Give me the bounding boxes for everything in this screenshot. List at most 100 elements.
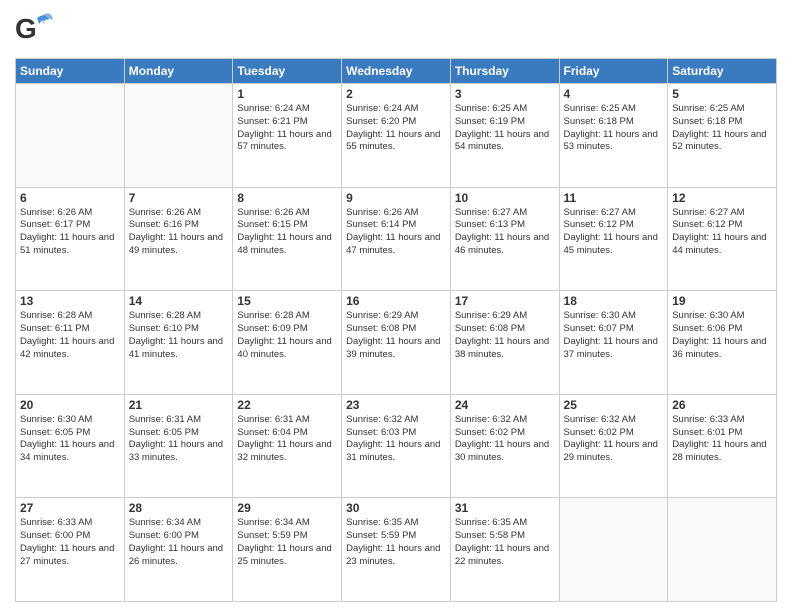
logo: G xyxy=(15,10,59,50)
calendar-cell: 4 Sunrise: 6:25 AM Sunset: 6:18 PM Daylig… xyxy=(559,84,668,188)
calendar-cell: 17 Sunrise: 6:29 AM Sunset: 6:08 PM Dayli… xyxy=(450,291,559,395)
day-number: 13 xyxy=(20,294,120,308)
logo-icon: G xyxy=(15,10,55,50)
calendar-cell xyxy=(16,84,125,188)
week-row-3: 13 Sunrise: 6:28 AM Sunset: 6:11 PM Dayli… xyxy=(16,291,777,395)
week-row-1: 1Sunrise: 6:24 AM Sunset: 6:21 PM Daylig… xyxy=(16,84,777,188)
day-number: 22 xyxy=(237,398,337,412)
svg-text:G: G xyxy=(15,13,37,44)
week-row-4: 20Sunrise: 6:30 AM Sunset: 6:05 PM Dayli… xyxy=(16,394,777,498)
day-info: Sunrise: 6:25 AM Sunset: 6:18 PM Dayligh… xyxy=(564,103,664,154)
calendar-cell: 3 Sunrise: 6:25 AM Sunset: 6:19 PM Daylig… xyxy=(450,84,559,188)
day-info: Sunrise: 6:25 AM Sunset: 6:19 PM Dayligh… xyxy=(455,103,555,154)
day-number: 4 xyxy=(564,87,664,101)
calendar-cell: 14Sunrise: 6:28 AM Sunset: 6:10 PM Dayli… xyxy=(124,291,233,395)
day-number: 7 xyxy=(129,191,229,205)
week-row-5: 27 Sunrise: 6:33 AM Sunset: 6:00 PM Dayli… xyxy=(16,498,777,602)
calendar-cell: 27 Sunrise: 6:33 AM Sunset: 6:00 PM Dayli… xyxy=(16,498,125,602)
calendar-cell: 22 Sunrise: 6:31 AM Sunset: 6:04 PM Dayli… xyxy=(233,394,342,498)
day-number: 28 xyxy=(129,501,229,515)
weekday-header-thursday: Thursday xyxy=(450,59,559,84)
day-info: Sunrise: 6:25 AM Sunset: 6:18 PM Dayligh… xyxy=(672,103,772,154)
calendar-cell: 16Sunrise: 6:29 AM Sunset: 6:08 PM Dayli… xyxy=(342,291,451,395)
day-number: 6 xyxy=(20,191,120,205)
day-info: Sunrise: 6:32 AM Sunset: 6:02 PM Dayligh… xyxy=(455,414,555,465)
calendar-cell: 13 Sunrise: 6:28 AM Sunset: 6:11 PM Dayli… xyxy=(16,291,125,395)
day-info: Sunrise: 6:30 AM Sunset: 6:07 PM Dayligh… xyxy=(564,310,664,361)
calendar-cell: 9 Sunrise: 6:26 AM Sunset: 6:14 PM Daylig… xyxy=(342,187,451,291)
calendar: SundayMondayTuesdayWednesdayThursdayFrid… xyxy=(15,58,777,602)
page: G SundayMondayTuesdayWednesdayThursdayFr… xyxy=(0,0,792,612)
calendar-cell: 11 Sunrise: 6:27 AM Sunset: 6:12 PM Dayli… xyxy=(559,187,668,291)
day-number: 25 xyxy=(564,398,664,412)
day-info: Sunrise: 6:27 AM Sunset: 6:12 PM Dayligh… xyxy=(564,207,664,258)
day-info: Sunrise: 6:33 AM Sunset: 6:00 PM Dayligh… xyxy=(20,517,120,568)
day-number: 29 xyxy=(237,501,337,515)
day-number: 24 xyxy=(455,398,555,412)
day-number: 5 xyxy=(672,87,772,101)
day-info: Sunrise: 6:30 AM Sunset: 6:06 PM Dayligh… xyxy=(672,310,772,361)
weekday-header-row: SundayMondayTuesdayWednesdayThursdayFrid… xyxy=(16,59,777,84)
day-info: Sunrise: 6:28 AM Sunset: 6:11 PM Dayligh… xyxy=(20,310,120,361)
day-info: Sunrise: 6:26 AM Sunset: 6:17 PM Dayligh… xyxy=(20,207,120,258)
day-number: 21 xyxy=(129,398,229,412)
day-number: 12 xyxy=(672,191,772,205)
day-info: Sunrise: 6:29 AM Sunset: 6:08 PM Dayligh… xyxy=(455,310,555,361)
day-info: Sunrise: 6:26 AM Sunset: 6:16 PM Dayligh… xyxy=(129,207,229,258)
calendar-cell xyxy=(668,498,777,602)
day-info: Sunrise: 6:31 AM Sunset: 6:05 PM Dayligh… xyxy=(129,414,229,465)
calendar-cell: 31 Sunrise: 6:35 AM Sunset: 5:58 PM Dayli… xyxy=(450,498,559,602)
weekday-header-sunday: Sunday xyxy=(16,59,125,84)
day-number: 11 xyxy=(564,191,664,205)
calendar-cell: 20Sunrise: 6:30 AM Sunset: 6:05 PM Dayli… xyxy=(16,394,125,498)
day-number: 3 xyxy=(455,87,555,101)
day-info: Sunrise: 6:34 AM Sunset: 6:00 PM Dayligh… xyxy=(129,517,229,568)
calendar-cell: 29 Sunrise: 6:34 AM Sunset: 5:59 PM Dayli… xyxy=(233,498,342,602)
day-number: 16 xyxy=(346,294,446,308)
calendar-cell: 5 Sunrise: 6:25 AM Sunset: 6:18 PM Daylig… xyxy=(668,84,777,188)
calendar-cell: 23 Sunrise: 6:32 AM Sunset: 6:03 PM Dayli… xyxy=(342,394,451,498)
day-info: Sunrise: 6:27 AM Sunset: 6:13 PM Dayligh… xyxy=(455,207,555,258)
calendar-cell: 12 Sunrise: 6:27 AM Sunset: 6:12 PM Dayli… xyxy=(668,187,777,291)
weekday-header-friday: Friday xyxy=(559,59,668,84)
weekday-header-wednesday: Wednesday xyxy=(342,59,451,84)
calendar-cell: 25Sunrise: 6:32 AM Sunset: 6:02 PM Dayli… xyxy=(559,394,668,498)
calendar-cell xyxy=(559,498,668,602)
day-number: 30 xyxy=(346,501,446,515)
day-number: 26 xyxy=(672,398,772,412)
day-number: 31 xyxy=(455,501,555,515)
day-info: Sunrise: 6:34 AM Sunset: 5:59 PM Dayligh… xyxy=(237,517,337,568)
day-info: Sunrise: 6:27 AM Sunset: 6:12 PM Dayligh… xyxy=(672,207,772,258)
calendar-cell xyxy=(124,84,233,188)
day-number: 18 xyxy=(564,294,664,308)
day-info: Sunrise: 6:28 AM Sunset: 6:09 PM Dayligh… xyxy=(237,310,337,361)
calendar-cell: 26 Sunrise: 6:33 AM Sunset: 6:01 PM Dayli… xyxy=(668,394,777,498)
day-info: Sunrise: 6:24 AM Sunset: 6:20 PM Dayligh… xyxy=(346,103,446,154)
day-number: 15 xyxy=(237,294,337,308)
day-number: 9 xyxy=(346,191,446,205)
day-info: Sunrise: 6:26 AM Sunset: 6:14 PM Dayligh… xyxy=(346,207,446,258)
day-number: 1 xyxy=(237,87,337,101)
calendar-cell: 30Sunrise: 6:35 AM Sunset: 5:59 PM Dayli… xyxy=(342,498,451,602)
calendar-cell: 10Sunrise: 6:27 AM Sunset: 6:13 PM Dayli… xyxy=(450,187,559,291)
day-info: Sunrise: 6:35 AM Sunset: 5:58 PM Dayligh… xyxy=(455,517,555,568)
day-number: 14 xyxy=(129,294,229,308)
calendar-cell: 8Sunrise: 6:26 AM Sunset: 6:15 PM Daylig… xyxy=(233,187,342,291)
calendar-cell: 7 Sunrise: 6:26 AM Sunset: 6:16 PM Daylig… xyxy=(124,187,233,291)
day-info: Sunrise: 6:33 AM Sunset: 6:01 PM Dayligh… xyxy=(672,414,772,465)
day-number: 27 xyxy=(20,501,120,515)
day-info: Sunrise: 6:31 AM Sunset: 6:04 PM Dayligh… xyxy=(237,414,337,465)
weekday-header-saturday: Saturday xyxy=(668,59,777,84)
calendar-cell: 28 Sunrise: 6:34 AM Sunset: 6:00 PM Dayli… xyxy=(124,498,233,602)
calendar-cell: 2Sunrise: 6:24 AM Sunset: 6:20 PM Daylig… xyxy=(342,84,451,188)
calendar-cell: 18 Sunrise: 6:30 AM Sunset: 6:07 PM Dayli… xyxy=(559,291,668,395)
day-number: 23 xyxy=(346,398,446,412)
day-number: 17 xyxy=(455,294,555,308)
calendar-cell: 19 Sunrise: 6:30 AM Sunset: 6:06 PM Dayli… xyxy=(668,291,777,395)
calendar-cell: 21 Sunrise: 6:31 AM Sunset: 6:05 PM Dayli… xyxy=(124,394,233,498)
calendar-cell: 15 Sunrise: 6:28 AM Sunset: 6:09 PM Dayli… xyxy=(233,291,342,395)
weekday-header-tuesday: Tuesday xyxy=(233,59,342,84)
day-number: 19 xyxy=(672,294,772,308)
calendar-cell: 6 Sunrise: 6:26 AM Sunset: 6:17 PM Daylig… xyxy=(16,187,125,291)
day-info: Sunrise: 6:32 AM Sunset: 6:03 PM Dayligh… xyxy=(346,414,446,465)
